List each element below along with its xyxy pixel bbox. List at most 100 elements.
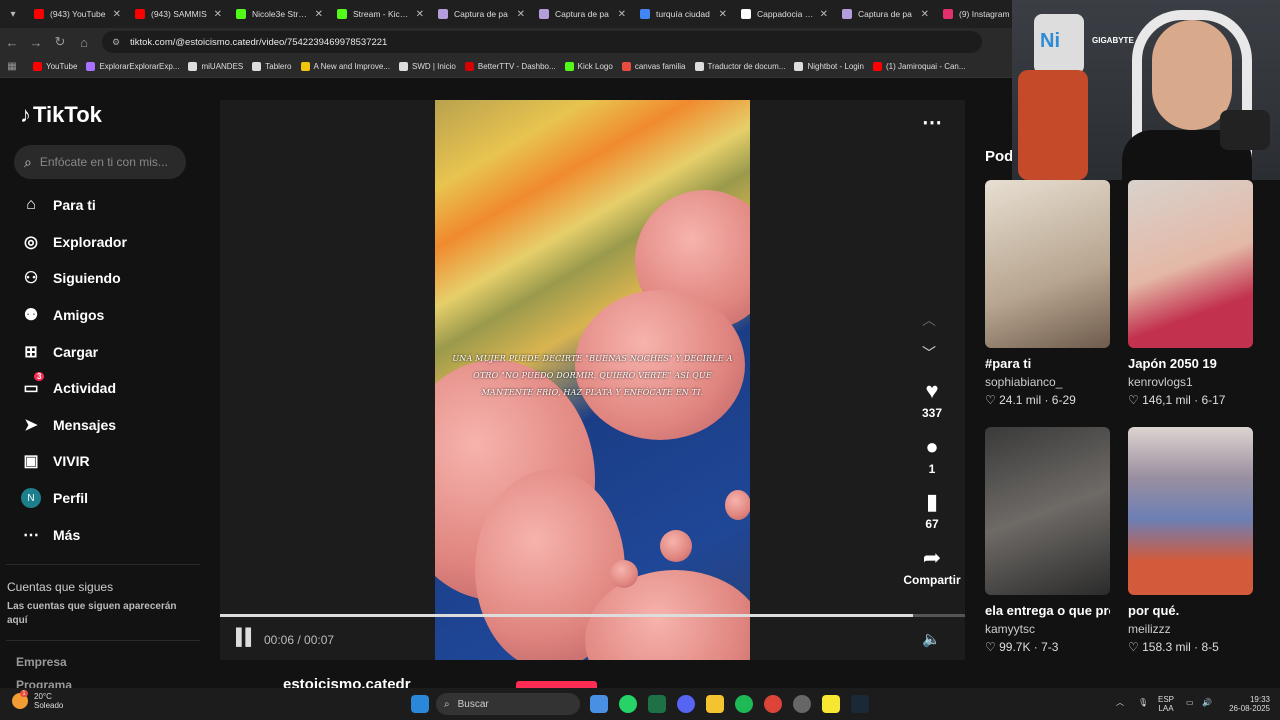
language-indicator[interactable]: ESP LAA — [1158, 695, 1174, 713]
sidebar-item-actividad[interactable]: ▭ 3 Actividad — [20, 370, 127, 407]
bookmark-item[interactable]: YouTube — [33, 62, 77, 71]
video-progress-bar[interactable] — [220, 614, 965, 617]
browser-tab[interactable]: Captura de pa ✕ — [430, 0, 531, 28]
volume-icon[interactable]: 🔈 — [922, 630, 941, 648]
video-player[interactable]: UNA MUJER PUEDE DECIRTE "BUENAS NOCHES" … — [220, 100, 965, 660]
tiktok-logo[interactable]: ♪ TikTok — [20, 102, 102, 128]
bookmark-item[interactable]: Tablero — [252, 62, 292, 71]
video-thumbnail[interactable] — [985, 180, 1110, 348]
bookmark-item[interactable]: BetterTTV - Dashbo... — [464, 62, 556, 71]
home-browser-icon[interactable]: ⌂ — [72, 28, 96, 56]
heart-icon[interactable]: ♥ — [902, 378, 962, 404]
heart-action[interactable]: ♥ 337 — [902, 378, 962, 420]
tray-chevron-icon[interactable]: ︿ — [1116, 698, 1124, 707]
excel-icon[interactable] — [648, 695, 666, 713]
bookmark-item[interactable]: Nightbot - Login — [794, 62, 864, 71]
taskbar-search[interactable]: ⌕ Buscar — [436, 693, 580, 715]
pause-icon[interactable]: ▌▌ — [236, 629, 257, 647]
sidebar-item-explorador[interactable]: ◎ Explorador — [20, 224, 127, 261]
footer-link-programa[interactable]: Programa — [16, 678, 72, 688]
steam-icon[interactable] — [851, 695, 869, 713]
close-tab-icon[interactable]: ✕ — [618, 9, 626, 20]
browser-tab[interactable]: Captura de pa ✕ — [834, 0, 935, 28]
browser-tab[interactable]: Captura de pa ✕ — [531, 0, 632, 28]
more-options-icon[interactable]: ⋯ — [922, 110, 942, 135]
search-input[interactable]: ⌕ Enfócate en ti con mis... — [14, 145, 186, 179]
bookmark-item[interactable]: Traductor de docum... — [694, 62, 785, 71]
comment-icon[interactable]: ● — [902, 434, 962, 460]
close-tab-icon[interactable]: ✕ — [517, 9, 525, 20]
volume-tray-icon[interactable]: 🔊 — [1202, 698, 1212, 707]
tab-search-icon[interactable]: ▾ — [0, 0, 26, 28]
chevron-down-icon[interactable]: ﹀ — [922, 343, 936, 363]
bookmark-item[interactable]: (1) Jamiroquai - Can... — [872, 62, 966, 71]
forward-icon[interactable]: → — [24, 28, 48, 56]
whatsapp-icon[interactable] — [619, 695, 637, 713]
bookmark-item[interactable]: A New and Improve... — [300, 62, 390, 71]
card-username[interactable]: kamyytsc — [985, 622, 1110, 636]
sidebar-item-mensajes[interactable]: ➤ Mensajes — [20, 407, 127, 444]
recommended-video-card[interactable]: ela entrega o que promete @Sophia... kam… — [985, 427, 1110, 654]
card-username[interactable]: meilizzz — [1128, 622, 1253, 636]
card-username[interactable]: kenrovlogs1 — [1128, 375, 1253, 389]
apps-grid-icon[interactable]: ▦ — [0, 53, 24, 81]
bookmark-item[interactable]: miUANDES — [188, 62, 243, 71]
clock[interactable]: 19:33 26-08-2025 — [1224, 695, 1270, 713]
network-icon[interactable]: ▭ — [1186, 698, 1194, 707]
bookmark-action[interactable]: ▮ 67 — [902, 489, 962, 531]
reload-icon[interactable]: ↻ — [48, 28, 72, 56]
close-tab-icon[interactable]: ✕ — [214, 9, 222, 20]
close-tab-icon[interactable]: ✕ — [820, 9, 828, 20]
sidebar-item-cargar[interactable]: ⊞ Cargar — [20, 333, 127, 370]
browser-tab[interactable]: Cappadocia Hu ✕ — [733, 0, 834, 28]
follow-button[interactable] — [516, 681, 597, 688]
browser-tab[interactable]: Nicole3e Stream ✕ — [228, 0, 329, 28]
share-action[interactable]: ➦ Compartir — [902, 545, 962, 587]
sidebar-item-perfil[interactable]: N Perfil — [20, 480, 127, 517]
sidebar-item-para-ti[interactable]: ⌂ Para ti — [20, 187, 127, 224]
obs-icon[interactable] — [793, 695, 811, 713]
recommended-video-card[interactable]: #para ti sophiabianco_ ♡ 24.1 mil · 6-29 — [985, 180, 1110, 407]
video-frame[interactable]: UNA MUJER PUEDE DECIRTE "BUENAS NOCHES" … — [435, 100, 750, 660]
recommended-video-card[interactable]: por qué. meilizzz ♡ 158.3 mil · 8-5 — [1128, 427, 1253, 654]
file-explorer-icon[interactable] — [706, 695, 724, 713]
close-tab-icon[interactable]: ✕ — [921, 9, 929, 20]
browser-tab[interactable]: Stream - Kick D ✕ — [329, 0, 430, 28]
video-thumbnail[interactable] — [985, 427, 1110, 595]
spotify-icon[interactable] — [735, 695, 753, 713]
weather-widget[interactable]: 1 20°C Soleado — [12, 690, 63, 710]
chrome-icon[interactable] — [764, 695, 782, 713]
sidebar-item-siguiendo[interactable]: ⚇ Siguiendo — [20, 260, 127, 297]
browser-tab[interactable]: (943) SAMMIS ✕ — [127, 0, 228, 28]
close-tab-icon[interactable]: ✕ — [719, 9, 727, 20]
windows-start-icon[interactable] — [411, 695, 429, 713]
browser-tab[interactable]: (943) YouTube ✕ — [26, 0, 127, 28]
bookmark-item[interactable]: ExplorarExplorarExp... — [86, 62, 179, 71]
sidebar-item-más[interactable]: ⋯ Más — [20, 516, 127, 553]
discord-icon[interactable] — [677, 695, 695, 713]
close-tab-icon[interactable]: ✕ — [315, 9, 323, 20]
video-thumbnail[interactable] — [1128, 180, 1253, 348]
bookmark-item[interactable]: canvas familia — [621, 62, 686, 71]
notepad-icon[interactable] — [590, 695, 608, 713]
sidebar-item-amigos[interactable]: ⚉ Amigos — [20, 297, 127, 334]
bookmark-icon[interactable]: ▮ — [902, 489, 962, 515]
site-info-icon[interactable]: ⚙ — [112, 37, 122, 47]
bookmark-item[interactable]: Kick Logo — [564, 62, 613, 71]
url-input[interactable]: ⚙ tiktok.com/@estoicismo.catedr/video/75… — [102, 31, 982, 53]
recommended-video-card[interactable]: Japón 2050 19 kenrovlogs1 ♡ 146,1 mil · … — [1128, 180, 1253, 407]
video-thumbnail[interactable] — [1128, 427, 1253, 595]
chevron-up-icon[interactable]: ︿ — [922, 310, 936, 330]
share-icon[interactable]: ➦ — [902, 545, 962, 571]
microphone-icon[interactable]: 🎙 — [1138, 698, 1148, 707]
bookmark-item[interactable]: SWD | Inicio — [398, 62, 456, 71]
sticky-notes-icon[interactable] — [822, 695, 840, 713]
close-tab-icon[interactable]: ✕ — [416, 9, 424, 20]
footer-link-empresa[interactable]: Empresa — [16, 655, 67, 669]
card-username[interactable]: sophiabianco_ — [985, 375, 1110, 389]
comment-action[interactable]: ● 1 — [902, 434, 962, 476]
close-tab-icon[interactable]: ✕ — [113, 9, 121, 20]
browser-tab[interactable]: turquía ciudad ✕ — [632, 0, 733, 28]
sidebar-item-vivir[interactable]: ▣ VIVIR — [20, 443, 127, 480]
author-name[interactable]: estoicismo.catedr — [283, 676, 411, 688]
